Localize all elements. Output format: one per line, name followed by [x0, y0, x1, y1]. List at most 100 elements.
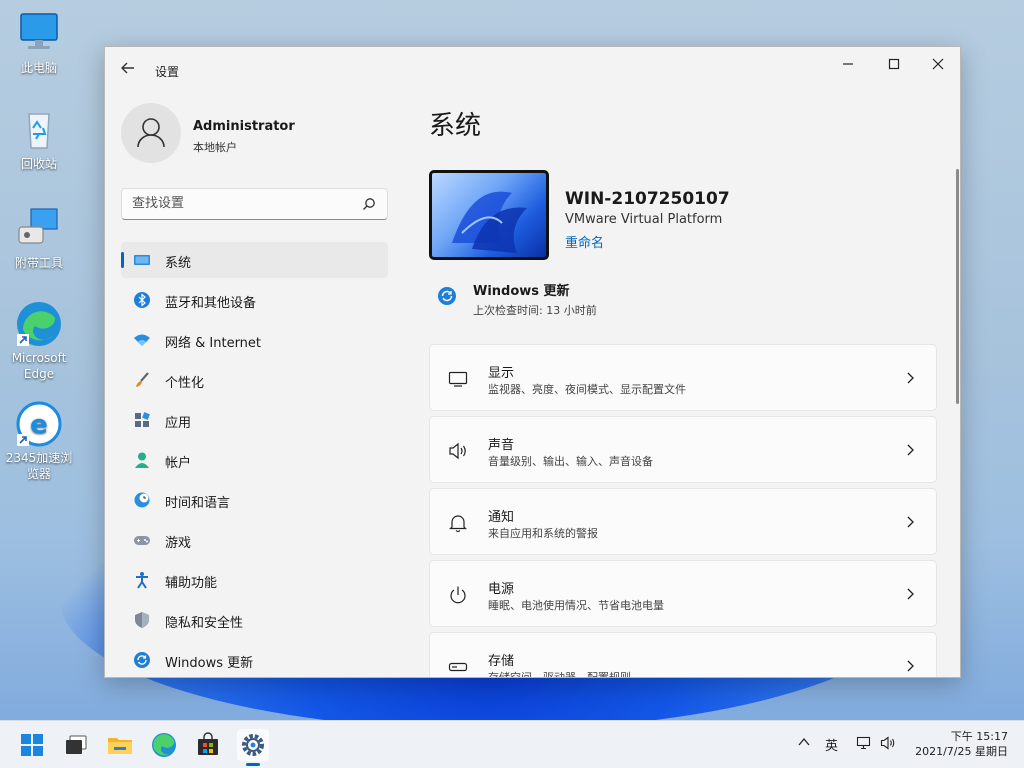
nav-item-accounts[interactable]: 帐户 — [121, 442, 388, 478]
power-icon — [450, 586, 466, 604]
desktop-icon-recycle-bin[interactable]: 回收站 — [4, 106, 74, 172]
desktop-icon-label: Microsoft Edge — [11, 351, 67, 381]
settings-window: 设置 Administrator 本地帐户 系统 蓝牙和其他设备 — [104, 46, 961, 678]
device-thumbnail — [429, 170, 549, 260]
desktop-icon-edge[interactable]: Microsoft Edge — [4, 300, 74, 382]
search-input[interactable] — [132, 196, 352, 211]
accessibility-icon — [136, 572, 148, 589]
windows-bloom-image — [452, 191, 527, 253]
edge-icon — [152, 733, 176, 757]
nav-item-gaming[interactable]: 游戏 — [121, 522, 388, 558]
shield-icon — [135, 612, 149, 628]
nav-label: 帐户 — [165, 456, 192, 471]
globe-clock-icon — [134, 492, 150, 508]
display-icon — [134, 255, 150, 265]
monitor-icon — [448, 371, 468, 387]
content-scrollbar[interactable] — [956, 169, 959, 404]
chevron-right-icon — [907, 444, 914, 456]
window-title: 设置 — [155, 65, 180, 79]
start-button[interactable] — [16, 729, 48, 761]
page-title: 系统 — [429, 111, 482, 141]
card-subtitle: 睡眠、电池使用情况、节省电池电量 — [488, 599, 664, 612]
desktop-icon-2345-browser[interactable]: e 2345加速浏览器 — [4, 400, 74, 482]
task-view-icon — [66, 735, 87, 754]
nav-item-apps[interactable]: 应用 — [121, 402, 388, 438]
chevron-up-icon — [798, 737, 810, 746]
title-bar[interactable]: 设置 — [105, 47, 960, 93]
nav-item-network[interactable]: 网络 & Internet — [121, 322, 388, 358]
search-icon — [363, 198, 375, 210]
rename-link[interactable]: 重命名 — [565, 232, 604, 251]
card-title: 通知 — [488, 510, 515, 525]
nav-item-time-language[interactable]: 时间和语言 — [121, 482, 388, 518]
tools-icon — [15, 205, 63, 253]
chevron-right-icon — [907, 660, 914, 672]
edge-taskbar-button[interactable] — [148, 729, 180, 761]
tray-overflow-chevron[interactable] — [797, 735, 811, 753]
minimize-button[interactable] — [825, 51, 871, 81]
card-subtitle: 存储空间、驱动器、配置规则 — [488, 671, 631, 678]
clock-time: 下午 15:17 — [950, 730, 1008, 743]
desktop-icon-label: 2345加速浏览器 — [5, 451, 73, 481]
desktop-icon-label: 附带工具 — [14, 256, 63, 270]
card-storage[interactable]: 存储 存储空间、驱动器、配置规则 — [429, 632, 937, 678]
nav-label: 系统 — [165, 256, 192, 271]
user-profile[interactable]: Administrator 本地帐户 — [121, 103, 391, 163]
nav-label: 蓝牙和其他设备 — [165, 296, 257, 311]
svg-text:e: e — [30, 410, 48, 440]
back-button[interactable] — [117, 59, 139, 81]
person-icon — [137, 118, 165, 148]
nav-label: 时间和语言 — [165, 496, 231, 511]
settings-search[interactable] — [121, 188, 388, 220]
gear-icon — [242, 734, 264, 756]
store-bag-icon — [198, 732, 218, 755]
nav-label: Windows 更新 — [165, 656, 254, 671]
nav-label: 辅助功能 — [165, 576, 218, 591]
nav-item-windows-update[interactable]: Windows 更新 — [121, 642, 388, 677]
device-name: WIN-2107250107 — [565, 189, 730, 209]
bell-icon — [449, 515, 467, 533]
windows-logo-icon — [21, 734, 43, 756]
card-title: 显示 — [488, 366, 515, 381]
edge-icon — [15, 300, 63, 348]
nav-label: 游戏 — [165, 536, 192, 551]
account-type: 本地帐户 — [193, 141, 237, 154]
desktop-icon-this-pc[interactable]: 此电脑 — [4, 10, 74, 76]
person-icon — [135, 452, 149, 468]
desktop-icon-label: 此电脑 — [20, 61, 57, 75]
speaker-icon — [880, 736, 895, 750]
ime-indicator[interactable]: 英 — [825, 735, 838, 754]
system-clock[interactable]: 下午 15:17 2021/7/25 星期日 — [915, 729, 1008, 759]
windows-update-status[interactable]: Windows 更新 上次检查时间: 13 小时前 — [429, 278, 909, 318]
nav-label: 应用 — [165, 416, 192, 431]
nav-item-system[interactable]: 系统 — [121, 242, 388, 278]
task-view-button[interactable] — [60, 729, 92, 761]
card-power[interactable]: 电源 睡眠、电池使用情况、节省电池电量 — [429, 560, 937, 627]
card-title: 声音 — [488, 438, 515, 453]
network-tray[interactable] — [856, 735, 872, 755]
card-notifications[interactable]: 通知 来自应用和系统的警报 — [429, 488, 937, 555]
volume-tray[interactable] — [880, 735, 896, 755]
card-title: 电源 — [488, 582, 515, 597]
close-button[interactable] — [915, 51, 960, 81]
card-sound[interactable]: 声音 音量级别、输出、输入、声音设备 — [429, 416, 937, 483]
avatar — [121, 103, 181, 163]
nav-item-personalization[interactable]: 个性化 — [121, 362, 388, 398]
card-display[interactable]: 显示 监视器、亮度、夜间模式、显示配置文件 — [429, 344, 937, 411]
desktop-icon-accessories[interactable]: 附带工具 — [4, 205, 74, 271]
nav-item-accessibility[interactable]: 辅助功能 — [121, 562, 388, 598]
chevron-right-icon — [907, 516, 914, 528]
nav-label: 网络 & Internet — [165, 336, 262, 351]
maximize-icon — [888, 58, 900, 70]
nav-item-privacy[interactable]: 隐私和安全性 — [121, 602, 388, 638]
store-button[interactable] — [192, 729, 224, 761]
settings-nav: 系统 蓝牙和其他设备 网络 & Internet 个性化 应用 帐户 时间和语言 — [121, 242, 388, 677]
minimize-icon — [843, 63, 853, 65]
file-explorer-button[interactable] — [104, 729, 136, 761]
settings-cards: 显示 监视器、亮度、夜间模式、显示配置文件 声音 音量级别、输出、输入、声音设备… — [429, 344, 937, 678]
maximize-button[interactable] — [871, 51, 917, 81]
update-subtitle: 上次检查时间: 13 小时前 — [473, 304, 597, 317]
nav-item-bluetooth[interactable]: 蓝牙和其他设备 — [121, 282, 388, 318]
settings-taskbar-button[interactable] — [237, 729, 269, 761]
user-name: Administrator — [193, 119, 295, 134]
